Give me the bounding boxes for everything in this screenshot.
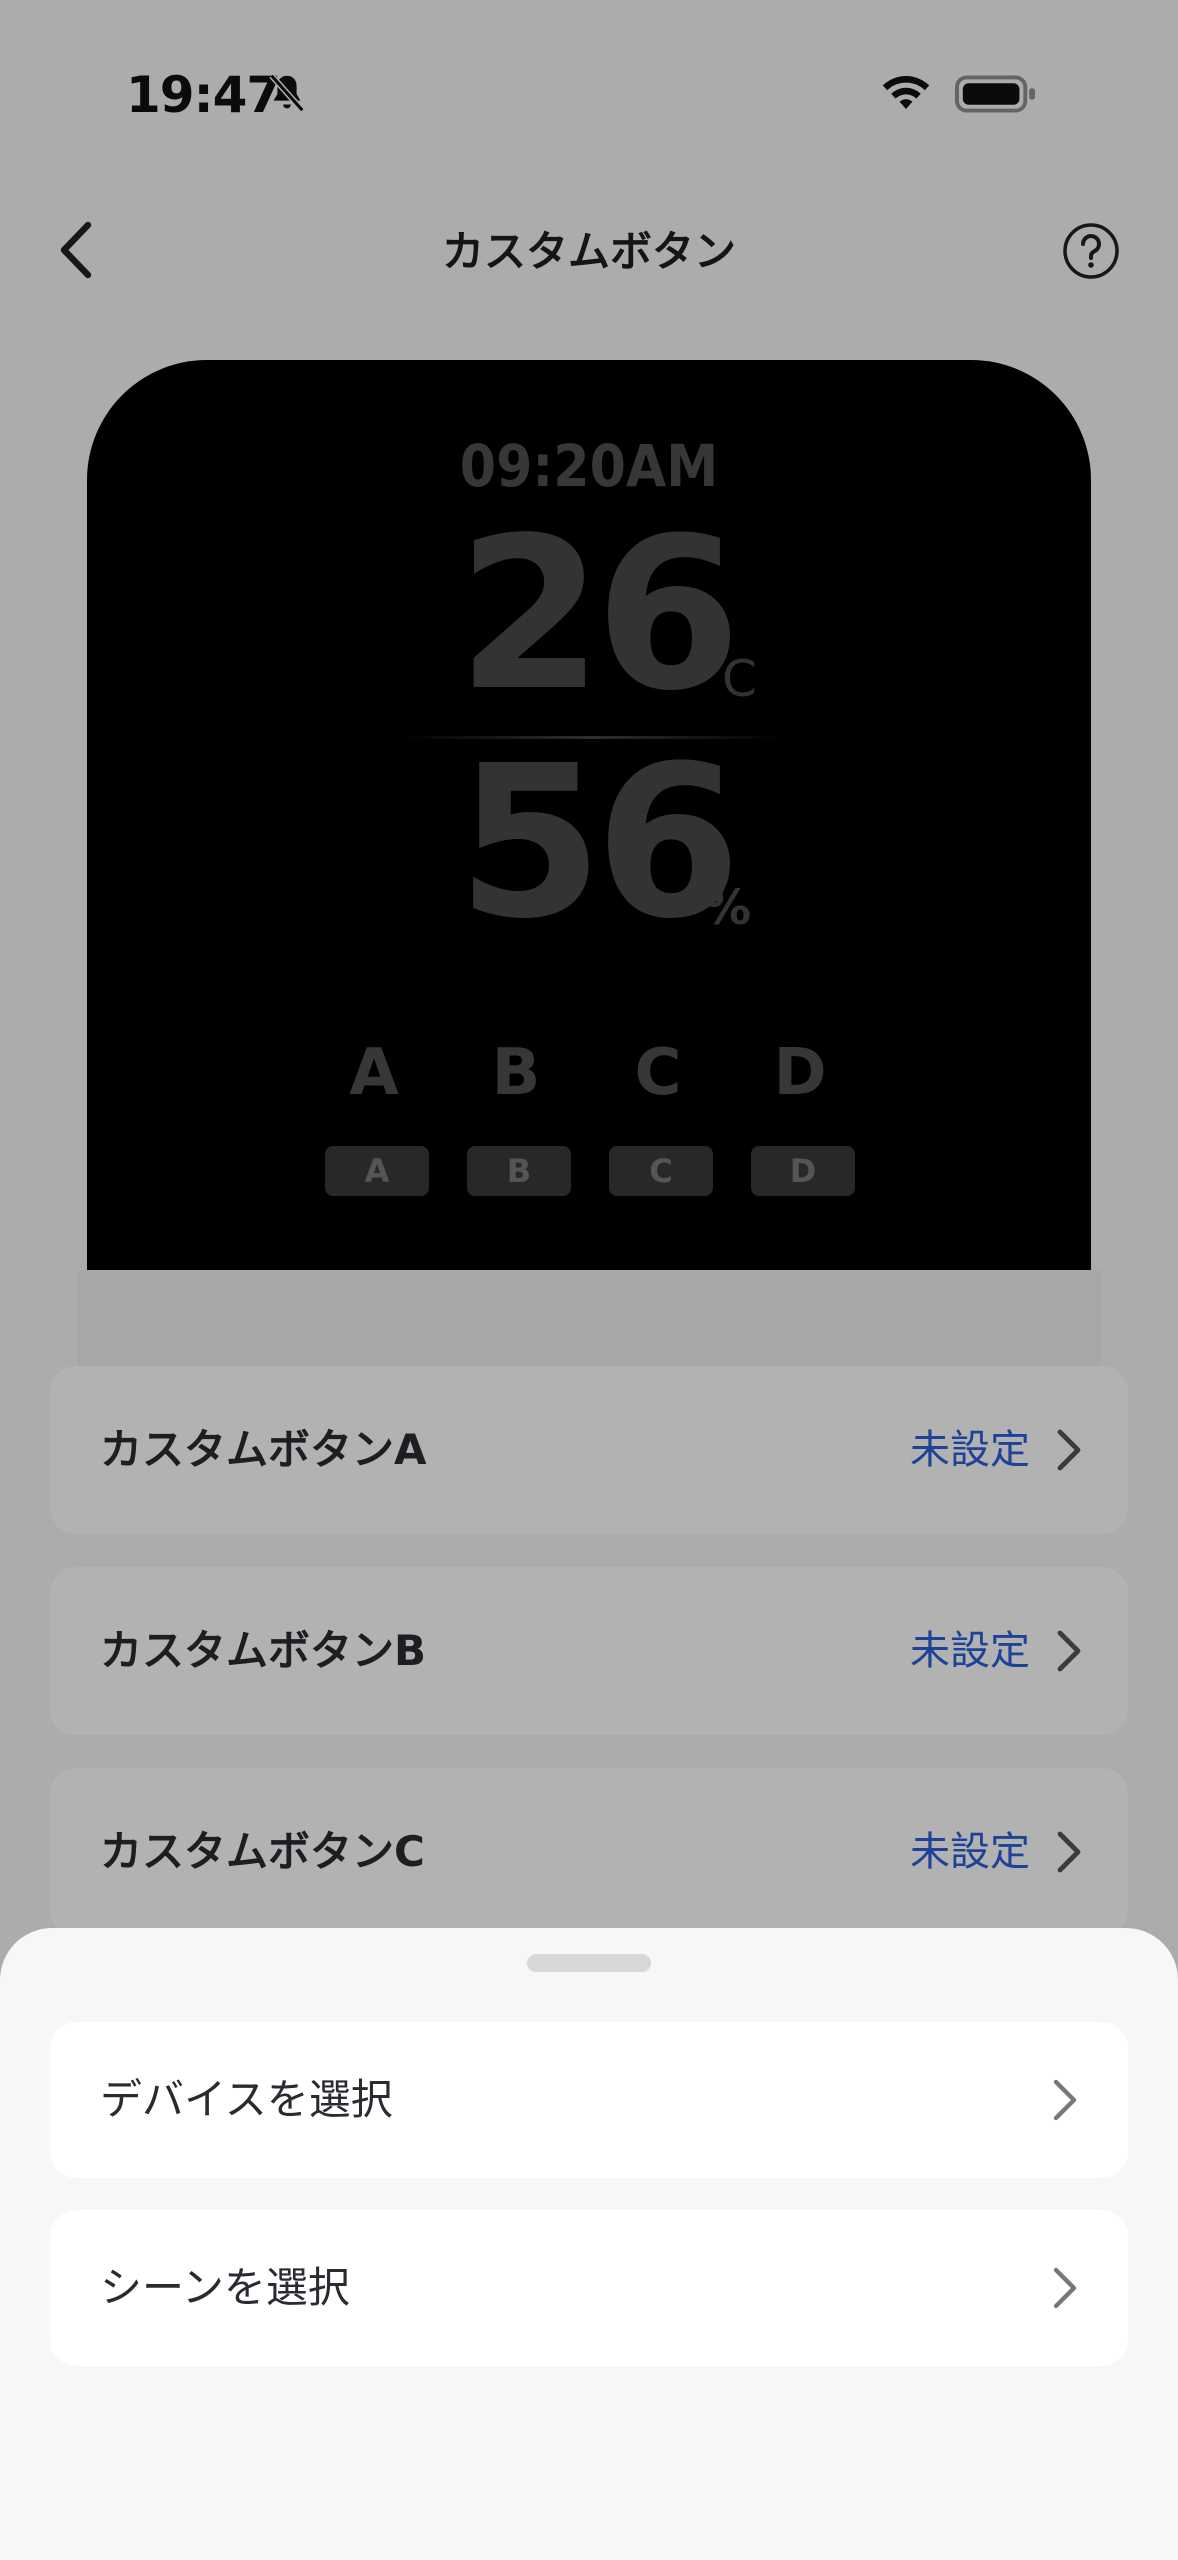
option-label: デバイスを選択: [100, 2075, 393, 2124]
chevron-right-icon: [1053, 2079, 1077, 2121]
chevron-right-icon: [1053, 2267, 1077, 2309]
screen: 19:47 カスタムボタン 09:20AM 26 °C 56 % A B C D…: [0, 0, 1178, 2560]
option-label: シーンを選択: [100, 2263, 350, 2312]
sheet-grabber[interactable]: [527, 1954, 651, 1972]
bottom-sheet: デバイスを選択 シーンを選択: [0, 1928, 1178, 2560]
select-device-option[interactable]: デバイスを選択: [50, 2022, 1128, 2178]
select-scene-option[interactable]: シーンを選択: [50, 2210, 1128, 2366]
